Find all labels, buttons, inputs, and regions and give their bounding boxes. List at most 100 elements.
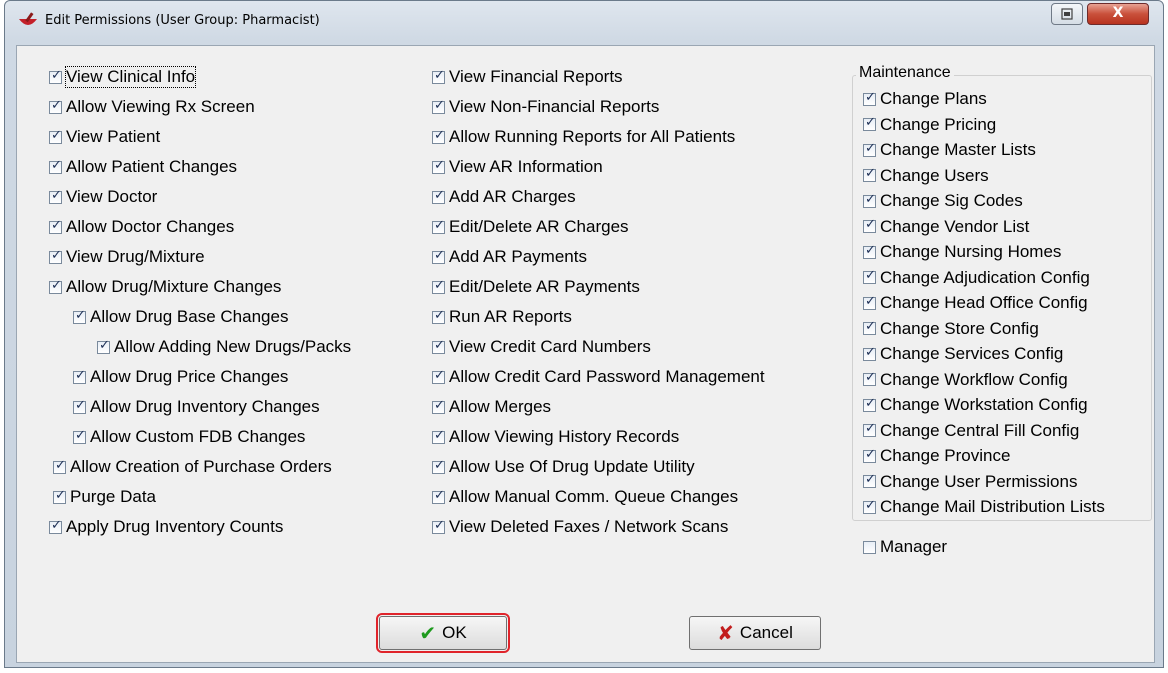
maintenance-checkbox[interactable]: Change User Permissions xyxy=(863,471,1077,493)
permission-checkbox[interactable]: View AR Information xyxy=(432,156,603,178)
checkbox-icon[interactable] xyxy=(73,428,86,444)
checkbox-icon[interactable] xyxy=(863,294,876,310)
checkbox-icon[interactable] xyxy=(863,90,876,106)
checkbox-icon[interactable] xyxy=(863,319,876,335)
permission-checkbox[interactable]: Allow Drug/Mixture Changes xyxy=(49,276,281,298)
permission-checkbox[interactable]: Apply Drug Inventory Counts xyxy=(49,516,283,538)
checkbox-icon[interactable] xyxy=(863,268,876,284)
checkbox-icon[interactable] xyxy=(432,458,445,474)
checkbox-icon[interactable] xyxy=(53,488,66,504)
permission-checkbox[interactable]: Allow Viewing Rx Screen xyxy=(49,96,255,118)
close-button[interactable]: X xyxy=(1087,3,1149,25)
permission-checkbox[interactable]: Allow Use Of Drug Update Utility xyxy=(432,456,695,478)
checkbox-icon[interactable] xyxy=(432,188,445,204)
maintenance-checkbox[interactable]: Change Users xyxy=(863,165,989,187)
checkbox-icon[interactable] xyxy=(49,158,62,174)
checkbox-icon[interactable] xyxy=(53,458,66,474)
permission-checkbox[interactable]: Allow Drug Inventory Changes xyxy=(73,396,320,418)
title-bar[interactable]: Edit Permissions (User Group: Pharmacist… xyxy=(5,1,1163,45)
maintenance-checkbox[interactable]: Change Pricing xyxy=(863,114,996,136)
checkbox-icon[interactable] xyxy=(863,370,876,386)
permission-checkbox[interactable]: View Deleted Faxes / Network Scans xyxy=(432,516,728,538)
permission-checkbox[interactable]: View Non-Financial Reports xyxy=(432,96,659,118)
restore-button[interactable] xyxy=(1051,3,1083,25)
checkbox-icon[interactable] xyxy=(432,398,445,414)
permission-checkbox[interactable]: Add AR Payments xyxy=(432,246,587,268)
permission-checkbox[interactable]: View Doctor xyxy=(49,186,157,208)
checkbox-icon[interactable] xyxy=(863,115,876,131)
ok-button[interactable]: ✔ OK xyxy=(376,613,510,653)
permission-checkbox[interactable]: Allow Drug Price Changes xyxy=(73,366,288,388)
permission-checkbox[interactable]: Allow Adding New Drugs/Packs xyxy=(97,336,351,358)
checkbox-icon[interactable] xyxy=(863,447,876,463)
checkbox-icon[interactable] xyxy=(432,368,445,384)
maintenance-checkbox[interactable]: Change Province xyxy=(863,445,1010,467)
checkbox-icon[interactable] xyxy=(73,398,86,414)
checkbox-icon[interactable] xyxy=(432,488,445,504)
checkbox-icon[interactable] xyxy=(863,192,876,208)
permission-checkbox[interactable]: Allow Custom FDB Changes xyxy=(73,426,305,448)
checkbox-icon[interactable] xyxy=(432,128,445,144)
checkbox-icon[interactable] xyxy=(432,68,445,84)
checkbox-icon[interactable] xyxy=(432,308,445,324)
permission-checkbox[interactable]: View Financial Reports xyxy=(432,66,623,88)
checkbox-icon[interactable] xyxy=(49,518,62,534)
checkbox-icon[interactable] xyxy=(49,98,62,114)
maintenance-checkbox[interactable]: Change Mail Distribution Lists xyxy=(863,496,1105,518)
maintenance-checkbox[interactable]: Change Central Fill Config xyxy=(863,420,1079,442)
permission-checkbox[interactable]: Allow Credit Card Password Management xyxy=(432,366,765,388)
checkbox-icon[interactable] xyxy=(49,128,62,144)
maintenance-checkbox[interactable]: Change Vendor List xyxy=(863,216,1029,238)
checkbox-icon[interactable] xyxy=(49,248,62,264)
permission-checkbox[interactable]: Allow Drug Base Changes xyxy=(73,306,288,328)
checkbox-icon[interactable] xyxy=(432,278,445,294)
permission-checkbox[interactable]: Allow Running Reports for All Patients xyxy=(432,126,735,148)
permission-checkbox[interactable]: Purge Data xyxy=(53,486,156,508)
maintenance-checkbox[interactable]: Change Store Config xyxy=(863,318,1039,340)
checkbox-icon[interactable] xyxy=(432,338,445,354)
maintenance-checkbox[interactable]: Change Head Office Config xyxy=(863,292,1088,314)
permission-checkbox[interactable]: View Patient xyxy=(49,126,160,148)
checkbox-icon[interactable] xyxy=(863,243,876,259)
permission-checkbox[interactable]: View Clinical Info xyxy=(49,66,197,88)
maintenance-checkbox[interactable]: Change Adjudication Config xyxy=(863,267,1090,289)
checkbox-icon[interactable] xyxy=(863,345,876,361)
maintenance-checkbox[interactable]: Change Services Config xyxy=(863,343,1063,365)
permission-checkbox[interactable]: Allow Patient Changes xyxy=(49,156,237,178)
checkbox-icon[interactable] xyxy=(432,518,445,534)
maintenance-checkbox[interactable]: Change Workstation Config xyxy=(863,394,1088,416)
checkbox-icon[interactable] xyxy=(432,428,445,444)
checkbox-icon[interactable] xyxy=(73,308,86,324)
maintenance-checkbox[interactable]: Change Plans xyxy=(863,88,987,110)
maintenance-checkbox[interactable]: Change Nursing Homes xyxy=(863,241,1061,263)
checkbox-icon[interactable] xyxy=(863,396,876,412)
maintenance-checkbox[interactable]: Change Master Lists xyxy=(863,139,1036,161)
cancel-button[interactable]: ✘ Cancel xyxy=(689,616,821,650)
manager-checkbox[interactable]: Manager xyxy=(863,536,947,558)
maintenance-checkbox[interactable]: Change Sig Codes xyxy=(863,190,1023,212)
checkbox-icon[interactable] xyxy=(863,540,876,554)
checkbox-icon[interactable] xyxy=(49,188,62,204)
permission-checkbox[interactable]: Run AR Reports xyxy=(432,306,572,328)
permission-checkbox[interactable]: View Credit Card Numbers xyxy=(432,336,651,358)
permission-checkbox[interactable]: Allow Doctor Changes xyxy=(49,216,234,238)
permission-checkbox[interactable]: Add AR Charges xyxy=(432,186,576,208)
permission-checkbox[interactable]: Allow Merges xyxy=(432,396,551,418)
checkbox-icon[interactable] xyxy=(49,218,62,234)
checkbox-icon[interactable] xyxy=(49,278,62,294)
checkbox-icon[interactable] xyxy=(97,338,110,354)
checkbox-icon[interactable] xyxy=(863,498,876,514)
checkbox-icon[interactable] xyxy=(49,68,62,84)
checkbox-icon[interactable] xyxy=(863,421,876,437)
checkbox-icon[interactable] xyxy=(863,166,876,182)
checkbox-icon[interactable] xyxy=(863,472,876,488)
checkbox-icon[interactable] xyxy=(73,368,86,384)
checkbox-icon[interactable] xyxy=(432,218,445,234)
checkbox-icon[interactable] xyxy=(432,98,445,114)
maintenance-checkbox[interactable]: Change Workflow Config xyxy=(863,369,1068,391)
permission-checkbox[interactable]: View Drug/Mixture xyxy=(49,246,205,268)
checkbox-icon[interactable] xyxy=(432,158,445,174)
permission-checkbox[interactable]: Edit/Delete AR Charges xyxy=(432,216,629,238)
permission-checkbox[interactable]: Allow Manual Comm. Queue Changes xyxy=(432,486,738,508)
checkbox-icon[interactable] xyxy=(432,248,445,264)
